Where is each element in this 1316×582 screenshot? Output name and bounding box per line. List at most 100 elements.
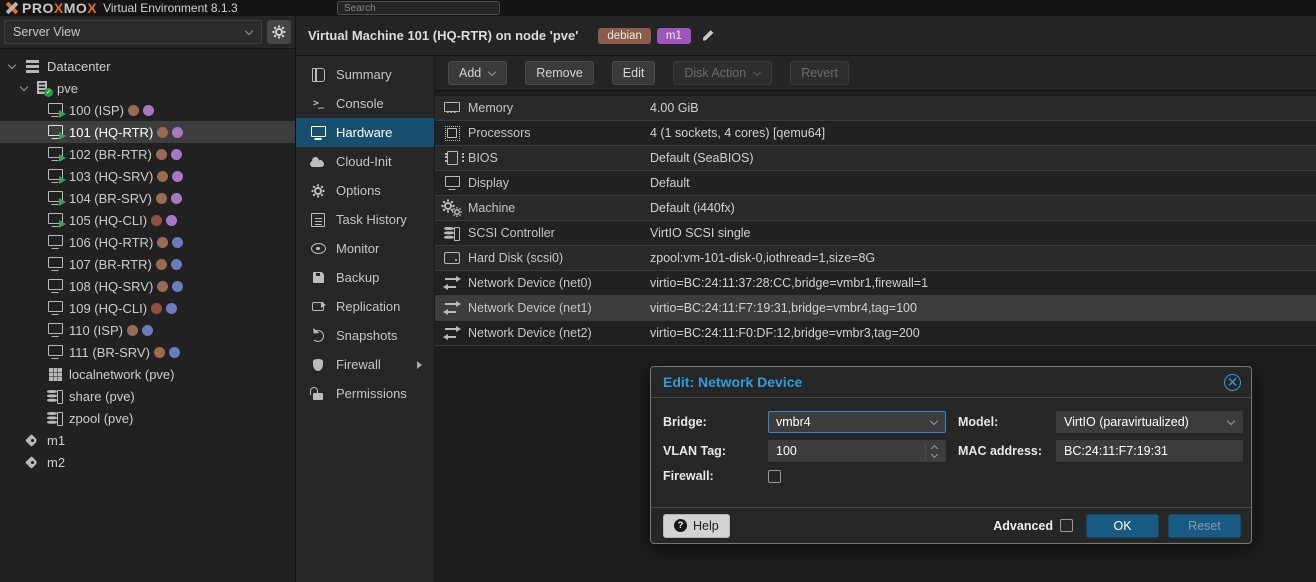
table-row-memory[interactable]: Memory 4.00 GiB: [435, 96, 1316, 121]
cpu-icon: [443, 125, 461, 141]
advanced-checkbox[interactable]: [1060, 519, 1073, 532]
nav-item-replication[interactable]: Replication: [296, 292, 434, 321]
table-row-net1[interactable]: Network Device (net1) virtio=BC:24:11:F7…: [435, 296, 1316, 321]
remove-button[interactable]: Remove: [525, 61, 594, 85]
table-row-processors[interactable]: Processors 4 (1 sockets, 4 cores) [qemu6…: [435, 121, 1316, 146]
tag-badge-m1: m1: [657, 28, 691, 44]
vm-running-icon: [46, 190, 64, 206]
tree-item-tag-m2[interactable]: m2: [0, 451, 295, 473]
brand-part: X: [54, 0, 64, 16]
tag-dot: [151, 303, 162, 314]
tree-item-vm-102[interactable]: 102 (BR-RTR): [0, 143, 295, 165]
page-title: Virtual Machine 101 (HQ-RTR) on node 'pv…: [308, 28, 578, 43]
tree-item-localnetwork[interactable]: localnetwork (pve): [0, 363, 295, 385]
tag-dot: [143, 105, 154, 116]
chevron-down-icon[interactable]: [1227, 418, 1235, 426]
table-row-display[interactable]: Display Default: [435, 171, 1316, 196]
nav-item-console[interactable]: Console: [296, 89, 434, 118]
tag-dot: [172, 127, 183, 138]
nav-item-firewall[interactable]: Firewall: [296, 350, 434, 379]
tree-panel-header: Server View: [0, 16, 295, 49]
chevron-down-icon[interactable]: [932, 452, 938, 458]
tree-item-pve[interactable]: ✓ pve: [0, 77, 295, 99]
network-arrows-icon: [443, 325, 461, 341]
node-icon: ✓: [34, 80, 52, 96]
dialog-body: Bridge: vmbr4 Model: VirtIO (paravirtual…: [651, 398, 1251, 483]
gear-icon: [275, 28, 283, 36]
tree-item-vm-101[interactable]: 101 (HQ-RTR): [0, 121, 295, 143]
edit-tags-pencil-icon[interactable]: [701, 29, 715, 43]
nav-item-options[interactable]: Options: [296, 176, 434, 205]
nav-item-permissions[interactable]: Permissions: [296, 379, 434, 408]
tag-icon: [24, 454, 42, 470]
tree-settings-button[interactable]: [267, 20, 291, 44]
mac-address-input[interactable]: BC:24:11:F7:19:31: [1056, 440, 1243, 462]
chevron-down-icon[interactable]: [930, 418, 938, 426]
tree-item-storage-zpool[interactable]: zpool (pve): [0, 407, 295, 429]
nav-item-task-history[interactable]: Task History: [296, 205, 434, 234]
tag-dot: [166, 303, 177, 314]
tree-item-vm-106[interactable]: 106 (HQ-RTR): [0, 231, 295, 253]
table-row-bios[interactable]: BIOS Default (SeaBIOS): [435, 146, 1316, 171]
table-row-scsi-controller[interactable]: SCSI Controller VirtIO SCSI single: [435, 221, 1316, 246]
tree-item-vm-103[interactable]: 103 (HQ-SRV): [0, 165, 295, 187]
table-row-hard-disk[interactable]: Hard Disk (scsi0) zpool:vm-101-disk-0,io…: [435, 246, 1316, 271]
view-selector[interactable]: Server View: [4, 20, 262, 44]
tag-dot: [154, 347, 165, 358]
spinner-buttons[interactable]: [925, 443, 938, 459]
question-icon: ?: [674, 519, 687, 532]
vm-stopped-icon: [46, 278, 64, 294]
tree-item-storage-share[interactable]: share (pve): [0, 385, 295, 407]
edit-button[interactable]: Edit: [612, 61, 656, 85]
chevron-up-icon[interactable]: [932, 444, 938, 450]
dialog-titlebar[interactable]: Edit: Network Device ✕: [651, 367, 1251, 398]
tree-item-vm-109[interactable]: 109 (HQ-CLI): [0, 297, 295, 319]
vlan-tag-spinner[interactable]: 100: [768, 440, 946, 462]
replication-arrows-icon: [309, 299, 327, 315]
vm-nav-menu: Summary Console Hardware Cloud-Init Opti…: [296, 56, 435, 582]
tag-dot: [171, 193, 182, 204]
help-button[interactable]: ? Help: [663, 514, 730, 538]
advanced-toggle: Advanced: [993, 519, 1073, 533]
network-grid-icon: [46, 366, 64, 382]
tree-item-vm-104[interactable]: 104 (BR-SRV): [0, 187, 295, 209]
search-input[interactable]: [337, 1, 500, 15]
tree-item-vm-108[interactable]: 108 (HQ-SRV): [0, 275, 295, 297]
add-button[interactable]: Add: [448, 61, 507, 85]
tree-item-vm-105[interactable]: 105 (HQ-CLI): [0, 209, 295, 231]
revert-button[interactable]: Revert: [790, 61, 849, 85]
hdd-icon: [443, 250, 461, 266]
table-row-machine[interactable]: Machine Default (i440fx): [435, 196, 1316, 221]
nav-item-snapshots[interactable]: Snapshots: [296, 321, 434, 350]
disk-action-button[interactable]: Disk Action: [673, 61, 772, 85]
table-row-net2[interactable]: Network Device (net2) virtio=BC:24:11:F0…: [435, 321, 1316, 346]
tag-dot: [171, 259, 182, 270]
tree-item-vm-111[interactable]: 111 (BR-SRV): [0, 341, 295, 363]
bridge-combobox[interactable]: vmbr4: [768, 411, 946, 433]
datacenter-icon: [24, 58, 42, 74]
model-combobox[interactable]: VirtIO (paravirtualized): [1056, 411, 1243, 433]
storage-icon: [46, 388, 64, 404]
nav-item-hardware[interactable]: Hardware: [296, 118, 434, 147]
nav-item-cloud-init[interactable]: Cloud-Init: [296, 147, 434, 176]
edit-network-device-dialog: Edit: Network Device ✕ Bridge: vmbr4 Mod…: [650, 366, 1252, 544]
tag-dot: [142, 325, 153, 336]
nav-item-backup[interactable]: Backup: [296, 263, 434, 292]
tree-item-vm-110[interactable]: 110 (ISP): [0, 319, 295, 341]
tree-item-vm-100[interactable]: 100 (ISP): [0, 99, 295, 121]
vm-stopped-icon: [46, 300, 64, 316]
storage-icon: [46, 410, 64, 426]
tag-dot: [157, 237, 168, 248]
vm-stopped-icon: [46, 344, 64, 360]
nav-item-summary[interactable]: Summary: [296, 60, 434, 89]
close-icon[interactable]: ✕: [1224, 374, 1241, 391]
reset-button[interactable]: Reset: [1168, 514, 1241, 538]
tree-item-vm-107[interactable]: 107 (BR-RTR): [0, 253, 295, 275]
table-row-net0[interactable]: Network Device (net0) virtio=BC:24:11:37…: [435, 271, 1316, 296]
tree-item-datacenter[interactable]: Datacenter: [0, 55, 295, 77]
firewall-checkbox[interactable]: [768, 470, 781, 483]
tag-dot: [128, 105, 139, 116]
ok-button[interactable]: OK: [1086, 514, 1159, 538]
tree-item-tag-m1[interactable]: m1: [0, 429, 295, 451]
nav-item-monitor[interactable]: Monitor: [296, 234, 434, 263]
